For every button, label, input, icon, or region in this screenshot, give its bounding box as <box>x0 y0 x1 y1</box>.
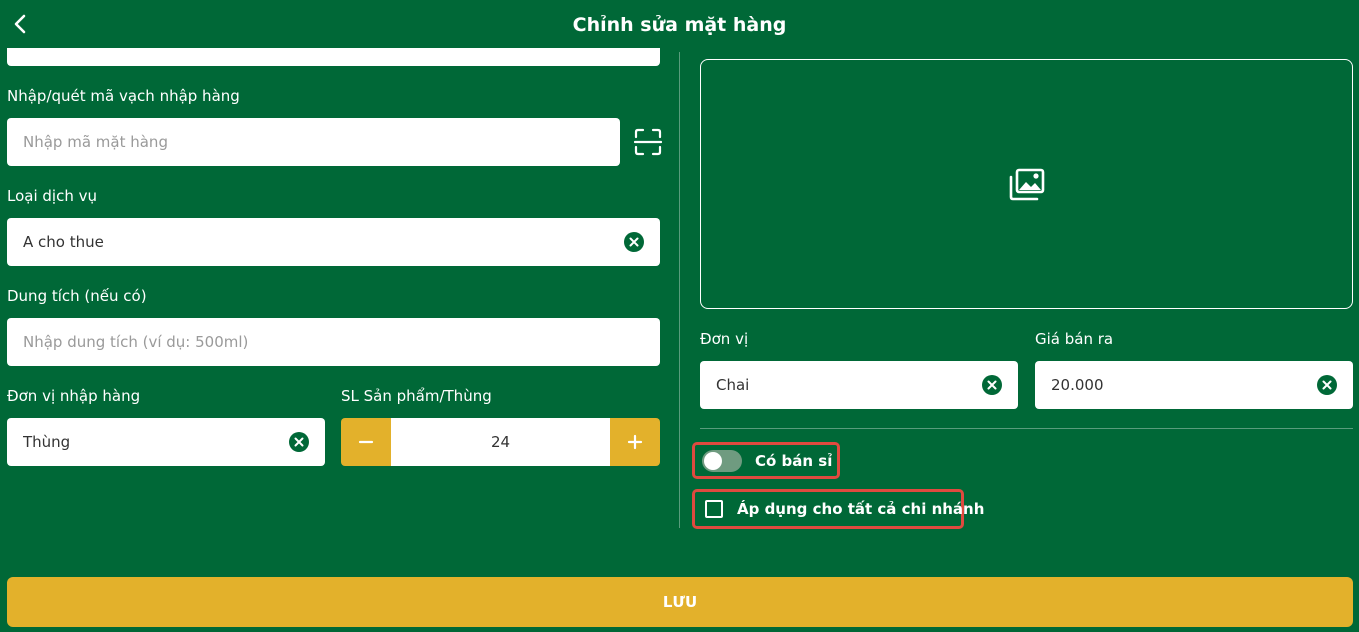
per-box-value[interactable]: 24 <box>391 418 610 466</box>
barcode-input[interactable]: Nhập mã mặt hàng <box>7 118 620 166</box>
price-value: 20.000 <box>1051 376 1104 394</box>
all-branches-checkbox[interactable] <box>705 500 723 518</box>
save-button[interactable]: LƯU <box>7 577 1353 627</box>
price-label: Giá bán ra <box>1035 330 1114 348</box>
edit-item-page: Chỉnh sửa mặt hàng Nhập/quét mã vạch nhậ… <box>0 0 1359 632</box>
wholesale-label: Có bán sỉ <box>755 451 833 470</box>
toggle-knob <box>704 451 722 470</box>
page-title: Chỉnh sửa mặt hàng <box>572 14 787 36</box>
all-branches-row: Áp dụng cho tất cả chi nhánh <box>692 489 984 529</box>
image-upload-area[interactable] <box>700 59 1353 309</box>
scrolled-field[interactable] <box>7 48 660 66</box>
import-unit-value: Thùng <box>23 433 71 451</box>
scan-barcode-button[interactable] <box>633 128 663 156</box>
import-unit-label: Đơn vị nhập hàng <box>7 387 141 405</box>
per-box-label: SL Sản phẩm/Thùng <box>341 387 492 405</box>
service-type-field[interactable]: A cho thue <box>7 218 660 266</box>
scan-icon <box>633 128 663 156</box>
increment-button[interactable] <box>610 418 660 466</box>
clear-icon[interactable] <box>982 375 1002 395</box>
plus-icon <box>627 434 643 450</box>
capacity-label: Dung tích (nếu có) <box>7 287 147 305</box>
unit-value: Chai <box>716 376 750 394</box>
barcode-label: Nhập/quét mã vạch nhập hàng <box>7 87 240 105</box>
wholesale-toggle-row: Có bán sỉ <box>692 442 840 479</box>
capacity-input[interactable]: Nhập dung tích (ví dụ: 500ml) <box>7 318 660 366</box>
price-field[interactable]: 20.000 <box>1035 361 1353 409</box>
clear-icon[interactable] <box>624 232 644 252</box>
image-gallery-icon <box>1009 168 1044 201</box>
all-branches-label: Áp dụng cho tất cả chi nhánh <box>737 500 985 518</box>
import-unit-field[interactable]: Thùng <box>7 418 325 466</box>
wholesale-toggle[interactable] <box>702 449 742 472</box>
barcode-placeholder: Nhập mã mặt hàng <box>23 133 168 151</box>
service-type-label: Loại dịch vụ <box>7 187 97 205</box>
clear-icon[interactable] <box>1317 375 1337 395</box>
clear-icon[interactable] <box>289 432 309 452</box>
unit-label: Đơn vị <box>700 330 749 348</box>
section-divider <box>700 428 1353 429</box>
per-box-stepper: 24 <box>341 418 660 466</box>
decrement-button[interactable] <box>341 418 391 466</box>
column-divider <box>679 52 680 528</box>
service-type-value: A cho thue <box>23 233 104 251</box>
unit-field[interactable]: Chai <box>700 361 1018 409</box>
capacity-placeholder: Nhập dung tích (ví dụ: 500ml) <box>23 333 249 351</box>
minus-icon <box>358 440 374 444</box>
